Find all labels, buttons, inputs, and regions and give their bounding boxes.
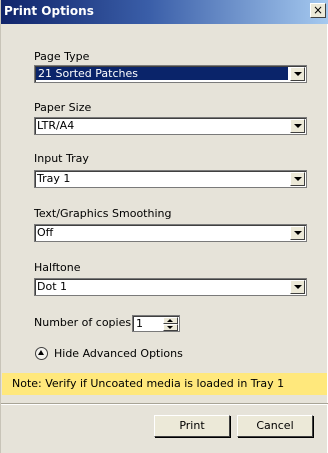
halftone-label: Halftone — [34, 261, 81, 274]
dialog-title: Print Options — [4, 4, 94, 18]
smoothing-label: Text/Graphics Smoothing — [34, 207, 172, 220]
paper-size-dropdown-button[interactable] — [290, 119, 305, 133]
copies-value: 1 — [136, 317, 143, 330]
cancel-button[interactable]: Cancel — [237, 415, 313, 437]
halftone-select[interactable]: Dot 1 — [34, 278, 307, 296]
copies-stepper[interactable]: 1 — [132, 315, 180, 332]
page-type-dropdown-button[interactable] — [290, 67, 305, 81]
halftone-dropdown-button[interactable] — [290, 280, 305, 294]
close-icon: × — [312, 3, 324, 17]
note-text: Note: Verify if Uncoated media is loaded… — [12, 377, 285, 390]
title-bar[interactable]: Print Options × — [1, 0, 328, 24]
smoothing-dropdown-button[interactable] — [290, 226, 305, 240]
smoothing-select[interactable]: Off — [34, 224, 307, 242]
paper-size-label: Paper Size — [34, 101, 92, 114]
page-type-value: 21 Sorted Patches — [36, 67, 288, 80]
note-banner: Note: Verify if Uncoated media is loaded… — [2, 373, 327, 395]
input-tray-label: Input Tray — [34, 152, 89, 165]
chevron-down-icon — [294, 285, 302, 289]
chevron-down-icon — [294, 231, 302, 235]
paper-size-value: LTR/A4 — [37, 119, 75, 132]
spin-down-icon — [167, 326, 173, 329]
input-tray-dropdown-button[interactable] — [290, 172, 305, 186]
print-button[interactable]: Print — [154, 415, 230, 437]
chevron-down-icon — [294, 177, 302, 181]
copies-spin-buttons — [163, 317, 178, 331]
print-options-dialog: Print Options × Page Type 21 Sorted Patc… — [0, 0, 328, 453]
chevron-down-icon — [294, 72, 302, 76]
spin-up-icon — [167, 319, 173, 322]
page-type-label: Page Type — [34, 50, 90, 63]
page-type-select[interactable]: 21 Sorted Patches — [34, 65, 307, 83]
paper-size-select[interactable]: LTR/A4 — [34, 117, 307, 135]
close-button[interactable]: × — [310, 3, 326, 18]
hide-advanced-options-label: Hide Advanced Options — [54, 347, 183, 360]
smoothing-value: Off — [37, 226, 54, 239]
input-tray-value: Tray 1 — [37, 172, 71, 185]
collapse-up-icon — [35, 347, 48, 360]
footer-divider — [1, 403, 328, 405]
copies-decrement-button[interactable] — [163, 324, 178, 331]
halftone-value: Dot 1 — [37, 280, 68, 293]
input-tray-select[interactable]: Tray 1 — [34, 170, 307, 188]
copies-label: Number of copies: — [34, 316, 135, 329]
chevron-down-icon — [294, 124, 302, 128]
copies-increment-button[interactable] — [163, 317, 178, 324]
